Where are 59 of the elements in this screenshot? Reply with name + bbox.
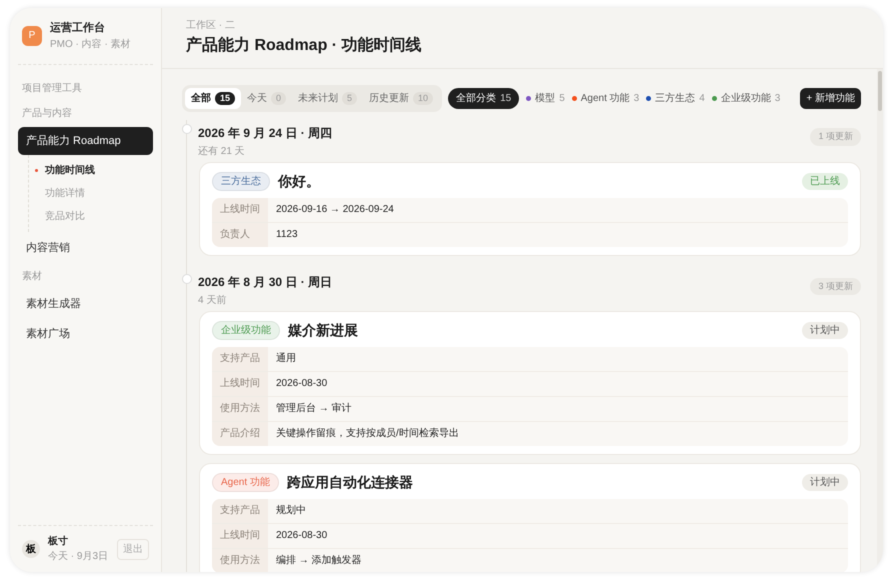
field-value: 编排 → 添加触发器 bbox=[275, 554, 363, 568]
app-subtitle: PMO · 内容 · 素材 bbox=[50, 38, 131, 52]
field-label: 上线时间 bbox=[212, 372, 268, 396]
feature-title: 媒介新进展 bbox=[288, 321, 358, 340]
status-badge: 已上线 bbox=[802, 172, 848, 190]
category-tag: 三方生态 bbox=[212, 172, 270, 190]
relative-date: 还有 21 天 bbox=[198, 146, 246, 158]
feature-title: 你好。 bbox=[278, 172, 320, 190]
section-label: 产品与内容 bbox=[21, 106, 73, 120]
field-value: 2026-08-30 bbox=[275, 377, 328, 391]
category-filter[interactable]: Agent 功能 3 bbox=[572, 91, 640, 106]
update-count-badge: 1 项更新 bbox=[810, 128, 861, 146]
filter-tab[interactable]: 今天 0 bbox=[241, 88, 292, 109]
field-value: 1123 bbox=[275, 228, 299, 242]
field-label: 负责人 bbox=[212, 222, 268, 246]
app-logo: P bbox=[22, 26, 42, 46]
sub-nav-item[interactable]: 功能时间线 bbox=[29, 159, 153, 182]
filter-tab[interactable]: 全部 15 bbox=[185, 88, 242, 109]
app-name: 运营工作台 bbox=[50, 20, 106, 36]
user-date: 今天 · 9月3日 bbox=[48, 550, 109, 564]
field-value: 规划中 bbox=[275, 504, 307, 518]
filter-tab[interactable]: 未来计划 5 bbox=[292, 88, 364, 109]
filter-tab[interactable]: 历史更新 10 bbox=[363, 88, 440, 109]
group-date: 2026 年 9 月 24 日 · 周四 bbox=[198, 124, 332, 141]
field-label: 产品介绍 bbox=[212, 422, 268, 446]
field-label: 上线时间 bbox=[212, 198, 268, 222]
field-label: 支持产品 bbox=[212, 499, 268, 523]
feature-title: 跨应用自动化连接器 bbox=[286, 473, 413, 492]
status-badge: 计划中 bbox=[802, 322, 848, 339]
section-label: 素材 bbox=[21, 270, 43, 284]
nav-item[interactable]: 内容营销 bbox=[18, 234, 153, 262]
update-count-badge: 3 项更新 bbox=[810, 278, 861, 295]
field-value: 关键操作留痕，支持按成员/时间检索导出 bbox=[275, 426, 460, 441]
status-badge: 计划中 bbox=[802, 474, 848, 491]
field-label: 上线时间 bbox=[212, 524, 268, 548]
section-label: 项目管理工具 bbox=[21, 82, 83, 96]
user-name: 板寸 bbox=[48, 534, 69, 549]
field-label: 使用方法 bbox=[212, 397, 268, 421]
field-value: 通用 bbox=[275, 352, 297, 366]
field-value: 管理后台 → 审计 bbox=[275, 402, 353, 416]
relative-date: 4 天前 bbox=[198, 295, 228, 307]
category-filter[interactable]: 模型 5 bbox=[526, 91, 565, 106]
user-avatar: 板 bbox=[22, 540, 40, 558]
field-label: 使用方法 bbox=[212, 549, 268, 572]
field-label: 支持产品 bbox=[212, 347, 268, 371]
nav-item[interactable]: 产品能力 Roadmap bbox=[18, 126, 153, 155]
category-filter[interactable]: 全部分类 15 bbox=[448, 88, 520, 109]
nav-item[interactable]: 素材生成器 bbox=[18, 290, 153, 318]
category-tag: Agent 功能 bbox=[212, 473, 279, 492]
group-date: 2026 年 8 月 30 日 · 周日 bbox=[198, 274, 332, 290]
nav-item[interactable]: 素材广场 bbox=[18, 320, 153, 348]
category-filter[interactable]: 三方生态 4 bbox=[646, 91, 705, 106]
breadcrumb: 工作区 · 二 bbox=[186, 20, 236, 32]
add-feature-button[interactable]: + 新增功能 bbox=[800, 88, 861, 109]
field-value: 2026-08-30 bbox=[275, 529, 328, 543]
field-value: 2026-09-16 → 2026-09-24 bbox=[275, 202, 395, 216]
category-tag: 企业级功能 bbox=[212, 321, 280, 340]
category-filter[interactable]: 企业级功能 3 bbox=[712, 91, 780, 106]
page-title: 产品能力 Roadmap · 功能时间线 bbox=[186, 36, 423, 56]
